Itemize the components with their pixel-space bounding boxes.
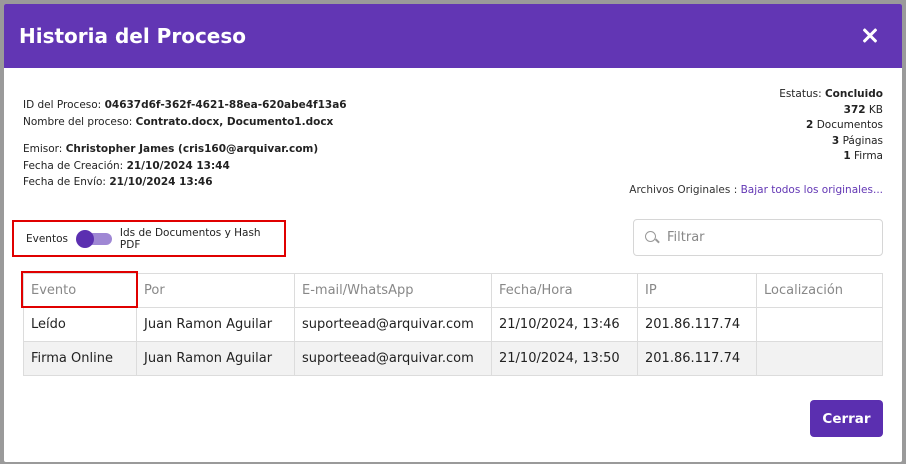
highlight-box	[21, 271, 138, 308]
col-header-ip[interactable]: IP	[637, 273, 757, 308]
cell-event: Firma Online	[23, 341, 137, 376]
process-name-label: Nombre del proceso:	[23, 115, 133, 128]
search-icon	[645, 230, 659, 245]
cell-email: suporteead@arquivar.com	[294, 341, 492, 376]
signatures-row: 1 Firma	[779, 149, 883, 165]
view-toggle: Eventos Ids de Documentos y Hash PDF	[12, 220, 286, 257]
process-info: ID del Proceso: 04637d6f-362f-4621-88ea-…	[23, 97, 347, 191]
col-header-email[interactable]: E-mail/WhatsApp	[294, 273, 492, 308]
events-table: Evento Por E-mail/WhatsApp Fecha/Hora IP…	[21, 271, 883, 376]
col-header-por[interactable]: Por	[136, 273, 295, 308]
signatures-label: Firma	[854, 150, 883, 163]
close-icon[interactable]	[858, 24, 882, 48]
pages-label: Páginas	[842, 134, 883, 147]
size-value: 372	[843, 103, 866, 116]
issuer-value: Christopher James (cris160@arquivar.com)	[65, 143, 319, 155]
process-id-label: ID del Proceso:	[23, 99, 102, 111]
dialog-title: Historia del Proceso	[19, 24, 247, 48]
process-name-row: Nombre del proceso: Contrato.docx, Docum…	[23, 114, 347, 131]
sent-row: Fecha de Envío: 21/10/2024 13:46	[23, 174, 347, 191]
originals-row: Archivos Originales : Bajar todos los or…	[629, 184, 883, 196]
col-header-fecha[interactable]: Fecha/Hora	[491, 273, 638, 308]
pages-value: 3	[831, 134, 840, 147]
cell-email: suporteead@arquivar.com	[294, 307, 492, 342]
dialog-header: Historia del Proceso	[4, 4, 902, 68]
table-row[interactable]: Firma Online Juan Ramon Aguilar suportee…	[23, 341, 883, 376]
cell-by: Juan Ramon Aguilar	[136, 341, 295, 376]
created-label: Fecha de Creación:	[23, 159, 124, 172]
filter-input[interactable]	[667, 230, 867, 245]
created-row: Fecha de Creación: 21/10/2024 13:44	[23, 158, 347, 175]
docs-value: 2	[806, 119, 814, 132]
status-label: Estatus:	[779, 88, 822, 100]
download-originals-link[interactable]: Bajar todos los originales...	[741, 184, 883, 196]
cell-location	[756, 307, 883, 342]
table-row[interactable]: Leído Juan Ramon Aguilar suporteead@arqu…	[23, 307, 883, 342]
toggle-events-label: Eventos	[26, 232, 68, 245]
status-value: Concluido	[824, 88, 883, 100]
table-header-row: Evento Por E-mail/WhatsApp Fecha/Hora IP…	[21, 271, 883, 308]
process-history-dialog: Historia del Proceso ID del Proceso: 046…	[4, 4, 902, 462]
originals-label: Archivos Originales :	[629, 184, 738, 196]
issuer-row: Emisor: Christopher James (cris160@arqui…	[23, 141, 347, 158]
size-row: 372 KB	[779, 103, 883, 119]
filter-box	[633, 219, 883, 256]
cell-location	[756, 341, 883, 376]
cell-ip: 201.86.117.74	[637, 307, 757, 342]
toggle-hash-label: Ids de Documentos y Hash PDF	[119, 226, 261, 251]
switch-knob	[75, 229, 94, 248]
status-row: Estatus: Concluido	[779, 87, 883, 103]
size-unit: KB	[868, 103, 883, 116]
pages-row: 3 Páginas	[779, 134, 883, 150]
cell-by: Juan Ramon Aguilar	[136, 307, 295, 342]
cell-event: Leído	[23, 307, 137, 342]
docs-label: Documentos	[816, 119, 883, 132]
col-header-evento[interactable]: Evento	[21, 271, 138, 308]
sent-value: 21/10/2024 13:46	[109, 176, 213, 188]
signatures-value: 1	[843, 150, 851, 163]
process-id-row: ID del Proceso: 04637d6f-362f-4621-88ea-…	[23, 97, 347, 114]
docs-row: 2 Documentos	[779, 118, 883, 134]
issuer-label: Emisor:	[23, 143, 63, 155]
process-id-value: 04637d6f-362f-4621-88ea-620abe4f13a6	[104, 99, 347, 111]
process-summary: Estatus: Concluido 372 KB 2 Documentos 3…	[779, 87, 883, 165]
col-header-localizacion[interactable]: Localización	[756, 273, 883, 308]
process-name-value: Contrato.docx, Documento1.docx	[135, 115, 334, 128]
cell-datetime: 21/10/2024, 13:50	[491, 341, 638, 376]
sent-label: Fecha de Envío:	[23, 176, 106, 188]
cell-ip: 201.86.117.74	[637, 341, 757, 376]
close-button[interactable]: Cerrar	[810, 400, 883, 437]
events-hash-switch[interactable]	[75, 229, 112, 248]
created-value: 21/10/2024 13:44	[126, 159, 230, 172]
cell-datetime: 21/10/2024, 13:46	[491, 307, 638, 342]
